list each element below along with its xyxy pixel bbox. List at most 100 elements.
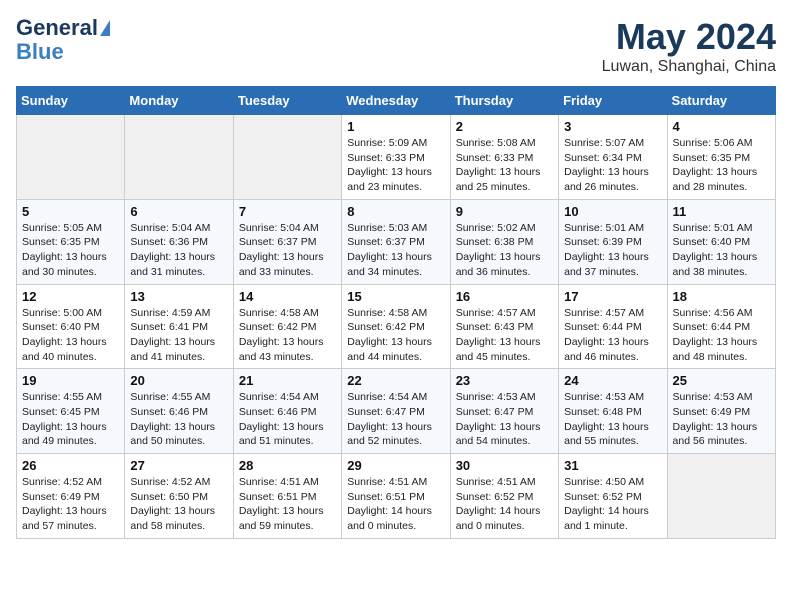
day-info: Sunrise: 4:52 AMSunset: 6:49 PMDaylight:… (22, 475, 119, 534)
day-number: 18 (673, 289, 770, 304)
day-info: Sunrise: 5:01 AMSunset: 6:40 PMDaylight:… (673, 221, 770, 280)
calendar-header: SundayMondayTuesdayWednesdayThursdayFrid… (17, 87, 776, 115)
day-cell: 13Sunrise: 4:59 AMSunset: 6:41 PMDayligh… (125, 284, 233, 369)
day-cell: 6 Sunrise: 5:04 AMSunset: 6:36 PMDaylight… (125, 199, 233, 284)
calendar-body: 1Sunrise: 5:09 AMSunset: 6:33 PMDaylight… (17, 115, 776, 539)
week-row-2: 5 Sunrise: 5:05 AMSunset: 6:35 PMDaylight… (17, 199, 776, 284)
week-row-1: 1Sunrise: 5:09 AMSunset: 6:33 PMDaylight… (17, 115, 776, 200)
day-number: 5 (22, 204, 119, 219)
week-row-3: 12 Sunrise: 5:00 AMSunset: 6:40 PMDayligh… (17, 284, 776, 369)
day-cell: 20Sunrise: 4:55 AMSunset: 6:46 PMDayligh… (125, 369, 233, 454)
subtitle: Luwan, Shanghai, China (602, 58, 776, 76)
day-cell: 18 Sunrise: 4:56 AMSunset: 6:44 PMDayligh… (667, 284, 775, 369)
day-info: Sunrise: 4:51 AMSunset: 6:52 PMDaylight:… (456, 475, 553, 534)
day-number: 10 (564, 204, 661, 219)
day-number: 30 (456, 458, 553, 473)
day-cell: 30 Sunrise: 4:51 AMSunset: 6:52 PMDayligh… (450, 454, 558, 539)
day-cell (125, 115, 233, 200)
day-number: 19 (22, 373, 119, 388)
day-cell: 11 Sunrise: 5:01 AMSunset: 6:40 PMDayligh… (667, 199, 775, 284)
day-cell: 5 Sunrise: 5:05 AMSunset: 6:35 PMDaylight… (17, 199, 125, 284)
day-number: 27 (130, 458, 227, 473)
day-info: Sunrise: 4:53 AMSunset: 6:47 PMDaylight:… (456, 390, 553, 449)
day-number: 31 (564, 458, 661, 473)
day-info: Sunrise: 4:55 AMSunset: 6:46 PMDaylight:… (130, 390, 227, 449)
day-number: 26 (22, 458, 119, 473)
day-info: Sunrise: 4:53 AMSunset: 6:48 PMDaylight:… (564, 390, 661, 449)
header-cell-friday: Friday (559, 87, 667, 115)
day-info: Sunrise: 4:56 AMSunset: 6:44 PMDaylight:… (673, 306, 770, 365)
day-cell: 31 Sunrise: 4:50 AMSunset: 6:52 PMDayligh… (559, 454, 667, 539)
day-cell: 15 Sunrise: 4:58 AMSunset: 6:42 PMDayligh… (342, 284, 450, 369)
header-cell-tuesday: Tuesday (233, 87, 341, 115)
day-info: Sunrise: 4:51 AMSunset: 6:51 PMDaylight:… (239, 475, 336, 534)
day-info: Sunrise: 5:08 AMSunset: 6:33 PMDaylight:… (456, 136, 553, 195)
day-info: Sunrise: 4:51 AMSunset: 6:51 PMDaylight:… (347, 475, 444, 534)
day-info: Sunrise: 5:05 AMSunset: 6:35 PMDaylight:… (22, 221, 119, 280)
calendar-table: SundayMondayTuesdayWednesdayThursdayFrid… (16, 86, 776, 539)
day-info: Sunrise: 4:57 AMSunset: 6:44 PMDaylight:… (564, 306, 661, 365)
logo-triangle-icon (100, 20, 110, 36)
title-block: May 2024 Luwan, Shanghai, China (602, 16, 776, 76)
week-row-4: 19 Sunrise: 4:55 AMSunset: 6:45 PMDayligh… (17, 369, 776, 454)
day-number: 2 (456, 119, 553, 134)
day-cell: 21Sunrise: 4:54 AMSunset: 6:46 PMDayligh… (233, 369, 341, 454)
day-info: Sunrise: 4:58 AMSunset: 6:42 PMDaylight:… (347, 306, 444, 365)
day-number: 15 (347, 289, 444, 304)
day-number: 4 (673, 119, 770, 134)
day-number: 25 (673, 373, 770, 388)
day-info: Sunrise: 5:04 AMSunset: 6:36 PMDaylight:… (130, 221, 227, 280)
day-number: 21 (239, 373, 336, 388)
day-cell (233, 115, 341, 200)
day-cell: 17Sunrise: 4:57 AMSunset: 6:44 PMDayligh… (559, 284, 667, 369)
day-number: 24 (564, 373, 661, 388)
day-info: Sunrise: 5:03 AMSunset: 6:37 PMDaylight:… (347, 221, 444, 280)
day-info: Sunrise: 5:02 AMSunset: 6:38 PMDaylight:… (456, 221, 553, 280)
day-info: Sunrise: 4:59 AMSunset: 6:41 PMDaylight:… (130, 306, 227, 365)
day-cell: 25 Sunrise: 4:53 AMSunset: 6:49 PMDayligh… (667, 369, 775, 454)
day-cell: 22Sunrise: 4:54 AMSunset: 6:47 PMDayligh… (342, 369, 450, 454)
day-cell: 1Sunrise: 5:09 AMSunset: 6:33 PMDaylight… (342, 115, 450, 200)
day-info: Sunrise: 5:07 AMSunset: 6:34 PMDaylight:… (564, 136, 661, 195)
day-cell: 28 Sunrise: 4:51 AMSunset: 6:51 PMDayligh… (233, 454, 341, 539)
day-number: 11 (673, 204, 770, 219)
day-cell: 9Sunrise: 5:02 AMSunset: 6:38 PMDaylight… (450, 199, 558, 284)
day-info: Sunrise: 4:50 AMSunset: 6:52 PMDaylight:… (564, 475, 661, 534)
header-cell-sunday: Sunday (17, 87, 125, 115)
day-cell: 23 Sunrise: 4:53 AMSunset: 6:47 PMDayligh… (450, 369, 558, 454)
day-number: 8 (347, 204, 444, 219)
day-number: 12 (22, 289, 119, 304)
day-cell: 7 Sunrise: 5:04 AMSunset: 6:37 PMDaylight… (233, 199, 341, 284)
day-cell (667, 454, 775, 539)
day-number: 23 (456, 373, 553, 388)
day-cell: 24 Sunrise: 4:53 AMSunset: 6:48 PMDayligh… (559, 369, 667, 454)
day-info: Sunrise: 5:04 AMSunset: 6:37 PMDaylight:… (239, 221, 336, 280)
logo-text-general: General (16, 16, 98, 40)
day-cell: 10Sunrise: 5:01 AMSunset: 6:39 PMDayligh… (559, 199, 667, 284)
day-number: 22 (347, 373, 444, 388)
header-row: SundayMondayTuesdayWednesdayThursdayFrid… (17, 87, 776, 115)
logo: General Blue (16, 16, 110, 64)
day-info: Sunrise: 5:09 AMSunset: 6:33 PMDaylight:… (347, 136, 444, 195)
header-cell-wednesday: Wednesday (342, 87, 450, 115)
day-cell: 16Sunrise: 4:57 AMSunset: 6:43 PMDayligh… (450, 284, 558, 369)
header-cell-thursday: Thursday (450, 87, 558, 115)
day-info: Sunrise: 4:53 AMSunset: 6:49 PMDaylight:… (673, 390, 770, 449)
day-cell: 4 Sunrise: 5:06 AMSunset: 6:35 PMDaylight… (667, 115, 775, 200)
day-number: 7 (239, 204, 336, 219)
day-info: Sunrise: 5:06 AMSunset: 6:35 PMDaylight:… (673, 136, 770, 195)
day-cell: 27Sunrise: 4:52 AMSunset: 6:50 PMDayligh… (125, 454, 233, 539)
day-number: 29 (347, 458, 444, 473)
day-info: Sunrise: 5:00 AMSunset: 6:40 PMDaylight:… (22, 306, 119, 365)
day-info: Sunrise: 4:58 AMSunset: 6:42 PMDaylight:… (239, 306, 336, 365)
day-cell: 19 Sunrise: 4:55 AMSunset: 6:45 PMDayligh… (17, 369, 125, 454)
day-number: 28 (239, 458, 336, 473)
day-cell: 29 Sunrise: 4:51 AMSunset: 6:51 PMDayligh… (342, 454, 450, 539)
day-cell: 3Sunrise: 5:07 AMSunset: 6:34 PMDaylight… (559, 115, 667, 200)
main-title: May 2024 (602, 16, 776, 58)
week-row-5: 26 Sunrise: 4:52 AMSunset: 6:49 PMDayligh… (17, 454, 776, 539)
day-number: 6 (130, 204, 227, 219)
day-info: Sunrise: 4:55 AMSunset: 6:45 PMDaylight:… (22, 390, 119, 449)
page-header: General Blue May 2024 Luwan, Shanghai, C… (16, 16, 776, 76)
day-cell: 26 Sunrise: 4:52 AMSunset: 6:49 PMDayligh… (17, 454, 125, 539)
